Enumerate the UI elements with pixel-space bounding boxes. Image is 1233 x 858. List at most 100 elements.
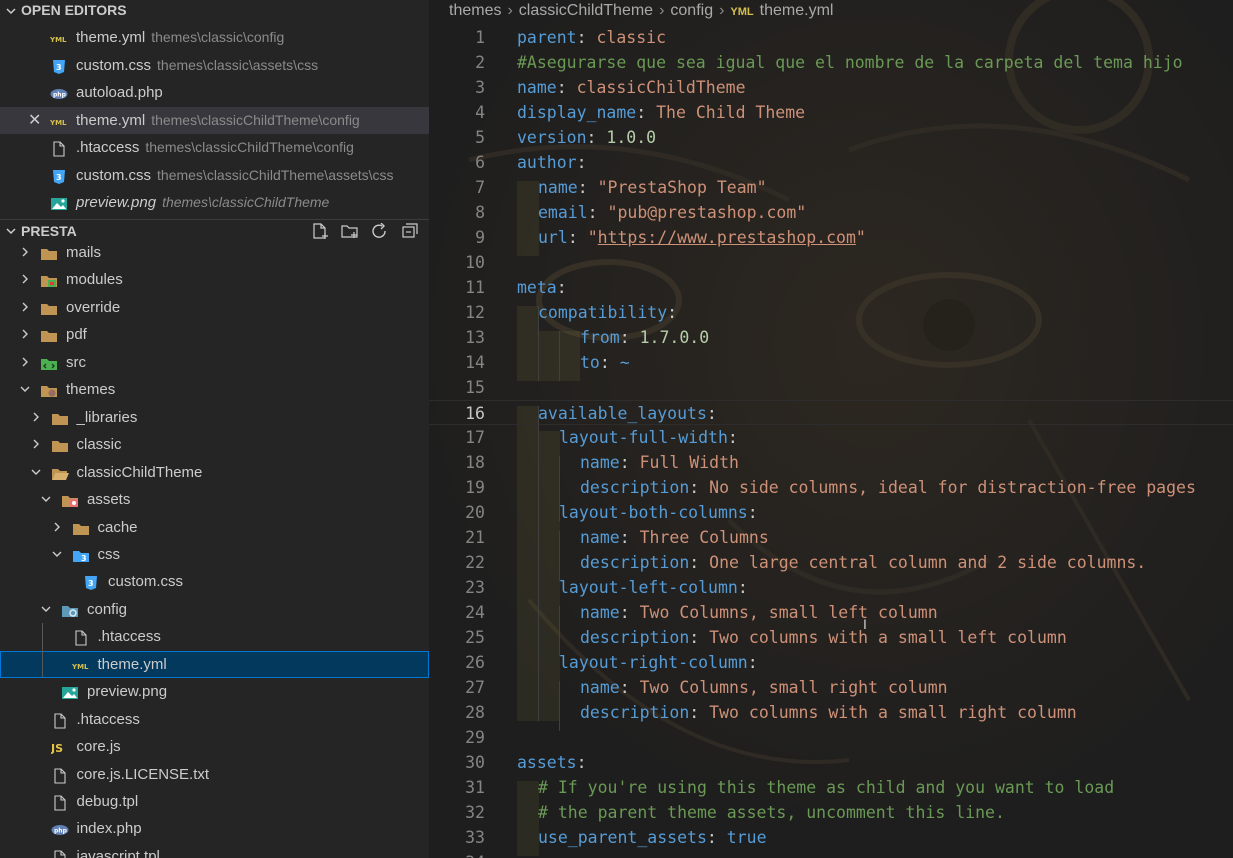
open-editors-header[interactable]: OPEN EDITORS bbox=[0, 0, 429, 20]
code-editor[interactable]: themes › classicChildTheme › config › YML theme… bbox=[429, 0, 1233, 858]
tree-item-javascript-tpl[interactable]: javascript.tpl bbox=[0, 843, 429, 858]
file-icon bbox=[51, 793, 69, 811]
chevron-down-icon[interactable] bbox=[31, 467, 41, 477]
breadcrumb-item[interactable]: config bbox=[670, 2, 713, 19]
refresh-icon[interactable] bbox=[371, 223, 389, 239]
code-line[interactable]: 11 meta: bbox=[429, 275, 1233, 300]
breadcrumb-item[interactable]: classicChildTheme bbox=[519, 2, 653, 19]
chevron-down-icon[interactable] bbox=[52, 549, 62, 559]
code-line[interactable]: 15 bbox=[429, 375, 1233, 400]
code-line[interactable]: 3 name: classicChildTheme bbox=[429, 75, 1233, 100]
tree-item-css[interactable]: 3 css bbox=[0, 541, 429, 568]
code-line[interactable]: 23 layout-left-column: bbox=[429, 575, 1233, 600]
tree-item-config[interactable]: config bbox=[0, 596, 429, 623]
tree-item-classicchildtheme[interactable]: classicChildTheme bbox=[0, 459, 429, 486]
chevron-down-icon[interactable] bbox=[41, 494, 51, 504]
code-line[interactable]: 21 name: Three Columns bbox=[429, 525, 1233, 550]
code-line[interactable]: 27 name: Two Columns, small right column bbox=[429, 675, 1233, 700]
code-line[interactable]: 19 description: No side columns, ideal fo… bbox=[429, 475, 1233, 500]
tree-item-index-php[interactable]: php index.php bbox=[0, 815, 429, 842]
chevron-right-icon[interactable] bbox=[20, 274, 30, 284]
code-line[interactable]: 26 layout-right-column: bbox=[429, 650, 1233, 675]
open-editor-item[interactable]: 3 custom.css themes\classicChildTheme\asse… bbox=[0, 162, 429, 189]
code-token: # the parent theme assets, uncomment thi… bbox=[538, 803, 1005, 822]
code-line[interactable]: 31 # If you're using this theme as child … bbox=[429, 775, 1233, 800]
svg-text:3: 3 bbox=[56, 63, 62, 72]
chevron-right-icon[interactable] bbox=[52, 522, 62, 532]
open-editor-item[interactable]: php autoload.php bbox=[0, 79, 429, 106]
chevron-down-icon[interactable] bbox=[41, 604, 51, 614]
indent-guide bbox=[559, 681, 560, 731]
code-line[interactable]: 2 #Asegurarse que sea igual que el nombre… bbox=[429, 50, 1233, 75]
code-line[interactable]: 34 bbox=[429, 850, 1233, 858]
tree-item-htaccess[interactable]: .htaccess bbox=[0, 706, 429, 733]
tree-item-cache[interactable]: cache bbox=[0, 514, 429, 541]
tree-item-themes[interactable]: themes bbox=[0, 376, 429, 403]
code-line[interactable]: 16 available_layouts: bbox=[429, 400, 1233, 425]
code-line[interactable]: 9 url: "https://www.prestashop.com" bbox=[429, 225, 1233, 250]
chevron-down-icon[interactable] bbox=[20, 384, 30, 394]
code-line[interactable]: 13 from: 1.7.0.0 bbox=[429, 325, 1233, 350]
code-line[interactable]: 12 compatibility: bbox=[429, 300, 1233, 325]
code-line[interactable]: 30 assets: bbox=[429, 750, 1233, 775]
collapse-all-icon[interactable] bbox=[401, 223, 419, 239]
code-line[interactable]: 25 description: Two columns with a small … bbox=[429, 625, 1233, 650]
new-folder-icon[interactable] bbox=[341, 223, 359, 239]
code-line[interactable]: 29 bbox=[429, 725, 1233, 750]
tree-item-assets[interactable]: assets bbox=[0, 486, 429, 513]
open-editor-item[interactable]: .htaccess themes\classicChildTheme\config bbox=[0, 134, 429, 161]
breadcrumb-file[interactable]: theme.yml bbox=[760, 2, 834, 19]
open-editor-item[interactable]: 3 custom.css themes\classic\assets\css bbox=[0, 52, 429, 79]
open-editor-item[interactable]: ✕ YML theme.yml themes\classicChildTheme\co… bbox=[0, 106, 429, 134]
code-line[interactable]: 32 # the parent theme assets, uncomment t… bbox=[429, 800, 1233, 825]
open-editor-path: themes\classic\assets\css bbox=[157, 56, 319, 73]
open-editor-item[interactable]: YML theme.yml themes\classic\config bbox=[0, 24, 429, 51]
tree-item-src[interactable]: src bbox=[0, 349, 429, 376]
code-line[interactable]: 5 version: 1.0.0 bbox=[429, 125, 1233, 150]
tree-item-htaccess[interactable]: .htaccess bbox=[0, 623, 429, 650]
code-line[interactable]: 20 layout-both-columns: bbox=[429, 500, 1233, 525]
tree-item-core-js-license-txt[interactable]: core.js.LICENSE.txt bbox=[0, 761, 429, 788]
new-file-icon[interactable] bbox=[311, 223, 329, 239]
code-line[interactable]: 18 name: Full Width bbox=[429, 450, 1233, 475]
chevron-right-icon[interactable] bbox=[20, 329, 30, 339]
chevron-right-icon[interactable] bbox=[20, 357, 30, 367]
code-line[interactable]: 4 display_name: The Child Theme bbox=[429, 100, 1233, 125]
breadcrumb-item[interactable]: themes bbox=[449, 2, 501, 19]
chevron-right-icon[interactable] bbox=[31, 412, 41, 422]
line-number: 27 bbox=[465, 678, 485, 697]
chevron-right-icon[interactable] bbox=[31, 439, 41, 449]
close-icon[interactable]: ✕ bbox=[28, 107, 41, 134]
code-line[interactable]: 14 to: ~ bbox=[429, 350, 1233, 375]
tree-item-preview-png[interactable]: preview.png bbox=[0, 678, 429, 705]
folder-icon bbox=[72, 519, 90, 535]
code-line[interactable]: 24 name: Two Columns, small left column bbox=[429, 600, 1233, 625]
code-line[interactable]: 1 parent: classic bbox=[429, 25, 1233, 50]
code-line[interactable]: 17 layout-full-width: bbox=[429, 425, 1233, 450]
code-line[interactable]: 33 use_parent_assets: true bbox=[429, 825, 1233, 850]
code-line[interactable]: 6 author: bbox=[429, 150, 1233, 175]
code-line[interactable]: 10 bbox=[429, 250, 1233, 275]
tree-item-core-js[interactable]: JS core.js bbox=[0, 733, 429, 760]
code-line[interactable]: 22 description: One large central column … bbox=[429, 550, 1233, 575]
open-editor-item[interactable]: preview.png themes\classicChildTheme bbox=[0, 189, 429, 216]
chevron-right-icon[interactable] bbox=[20, 302, 30, 312]
tree-item-theme-yml[interactable]: YML theme.yml bbox=[0, 650, 429, 678]
tree-item-pdf[interactable]: pdf bbox=[0, 321, 429, 348]
tree-item-libraries[interactable]: _libraries bbox=[0, 404, 429, 431]
tree-item-modules[interactable]: modules bbox=[0, 266, 429, 293]
code-line[interactable]: 28 description: Two columns with a small … bbox=[429, 700, 1233, 725]
code-line[interactable]: 8 email: "pub@prestashop.com" bbox=[429, 200, 1233, 225]
tree-item-custom-css[interactable]: 3 custom.css bbox=[0, 568, 429, 595]
chevron-right-icon[interactable] bbox=[20, 247, 30, 257]
code-line[interactable]: 7 name: "PrestaShop Team" bbox=[429, 175, 1233, 200]
tree-item-classic[interactable]: classic bbox=[0, 431, 429, 458]
tree-item-mails[interactable]: mails bbox=[0, 239, 429, 266]
tree-item-override[interactable]: override bbox=[0, 294, 429, 321]
tree-item-label: preview.png bbox=[87, 683, 168, 701]
tree-item-label: javascript.tpl bbox=[76, 847, 160, 858]
line-number: 22 bbox=[465, 553, 485, 572]
open-editor-name: .htaccess themes\classicChildTheme\config bbox=[76, 139, 354, 156]
code-token: : bbox=[576, 753, 587, 772]
tree-item-debug-tpl[interactable]: debug.tpl bbox=[0, 788, 429, 815]
